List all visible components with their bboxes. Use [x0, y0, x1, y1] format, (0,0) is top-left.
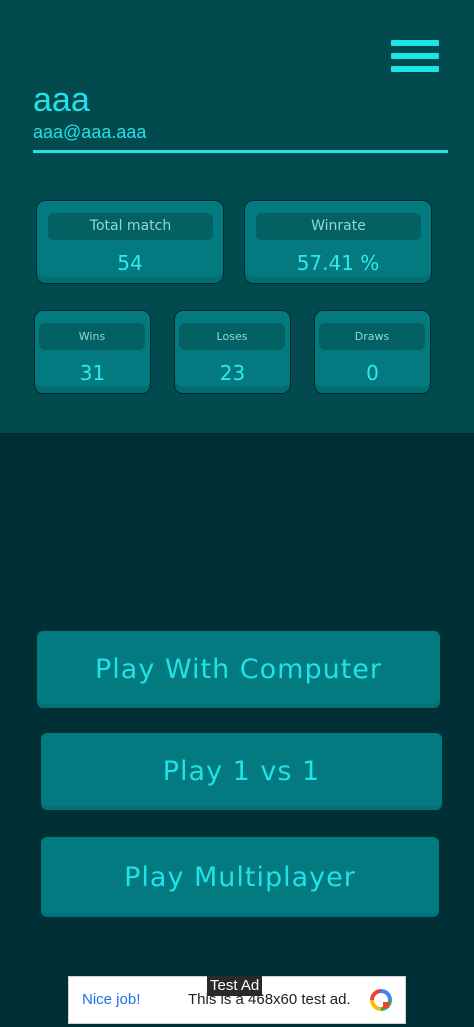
stat-value-wins: 31 — [79, 361, 106, 385]
play-with-computer-button[interactable]: Play With Computer — [37, 631, 440, 708]
stat-value-loses: 23 — [219, 361, 246, 385]
stat-label-wins: Wins — [39, 323, 145, 350]
profile-panel: aaa aaa@aaa.aaa Total match 54 Winrate 5… — [0, 0, 474, 433]
stat-label-loses: Loses — [179, 323, 285, 350]
stat-card-loses: Loses 23 — [174, 310, 291, 394]
stat-label-winrate: Winrate — [256, 213, 421, 240]
hamburger-menu-icon[interactable] — [391, 40, 439, 72]
stat-label-total-match: Total match — [48, 213, 213, 240]
user-email: aaa@aaa.aaa — [33, 122, 147, 142]
ad-choices-icon[interactable] — [370, 989, 392, 1011]
stat-value-draws: 0 — [366, 361, 379, 385]
stat-label-draws: Draws — [319, 323, 425, 350]
home-screen: aaa aaa@aaa.aaa Total match 54 Winrate 5… — [0, 0, 474, 1027]
test-ad-label: Test Ad — [207, 976, 263, 996]
play-1-vs-1-button[interactable]: Play 1 vs 1 — [41, 733, 442, 810]
stat-card-wins: Wins 31 — [34, 310, 151, 394]
user-name: aaa — [33, 81, 90, 119]
stat-card-total-match: Total match 54 — [36, 200, 224, 284]
stat-card-draws: Draws 0 — [314, 310, 431, 394]
profile-divider — [33, 150, 448, 153]
stat-value-total-match: 54 — [117, 251, 143, 275]
ad-nice-job-text: Nice job! — [82, 991, 141, 1008]
stat-card-winrate: Winrate 57.41 % — [244, 200, 432, 284]
stat-value-winrate: 57.41 % — [296, 251, 380, 275]
play-multiplayer-button[interactable]: Play Multiplayer — [41, 837, 439, 917]
